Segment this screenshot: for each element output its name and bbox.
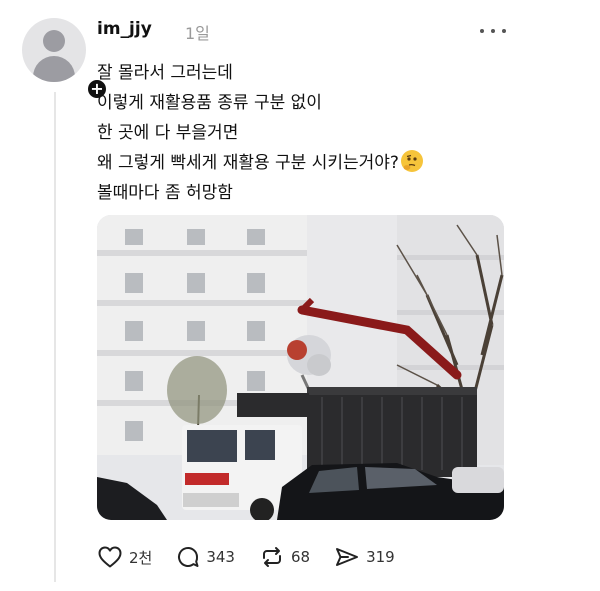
repost-count: 68	[290, 548, 311, 566]
repost-button[interactable]: 68	[259, 545, 310, 569]
comment-icon	[178, 546, 199, 567]
post-body-line: 한 곳에 다 부을거면	[97, 123, 239, 143]
like-count: 2천	[129, 548, 153, 567]
comment-button[interactable]: 343	[176, 545, 235, 569]
post-body-line: 잘 몰라서 그러는데	[97, 63, 233, 83]
post-actions-bar: 2천 343 68 319	[97, 543, 419, 571]
post-body-line: 볼때마다 좀 허망함	[97, 183, 233, 203]
post-body-line-text: 왜 그렇게 빡세게 재활용 구분 시키는거야?	[97, 153, 399, 173]
send-icon	[336, 548, 359, 566]
repost-icon	[262, 547, 281, 567]
avatar-head-shape	[43, 30, 65, 52]
avatar[interactable]	[22, 18, 86, 82]
post-body-line-with-emoji: 왜 그렇게 빡세게 재활용 구분 시키는거야?	[97, 148, 517, 178]
post-photo[interactable]	[97, 215, 504, 520]
username[interactable]: im_jjy	[97, 19, 152, 39]
post-body: 잘 몰라서 그러는데 이렇게 재활용품 종류 구분 없이 한 곳에 다 부을거면…	[97, 58, 517, 208]
like-button[interactable]: 2천	[97, 545, 152, 569]
more-dot-icon	[491, 29, 495, 33]
more-options-button[interactable]	[480, 22, 506, 40]
more-dot-icon	[502, 29, 506, 33]
avatar-container[interactable]: +	[22, 18, 109, 101]
more-dot-icon	[480, 29, 484, 33]
thread-post: + im_jjy 1일 잘 몰라서 그러는데 이렇게 재활용품 종류 구분 없이…	[0, 0, 600, 591]
share-count: 319	[366, 548, 395, 566]
post-body-line: 이렇게 재활용품 종류 구분 없이	[97, 93, 322, 113]
share-button[interactable]: 319	[334, 545, 395, 569]
comment-count: 343	[206, 548, 235, 566]
timestamp[interactable]: 1일	[185, 20, 210, 44]
thinking-face-emoji-icon	[400, 150, 423, 172]
heart-icon	[98, 546, 122, 568]
thread-connector-line	[54, 92, 56, 582]
avatar-body-shape	[33, 56, 75, 82]
